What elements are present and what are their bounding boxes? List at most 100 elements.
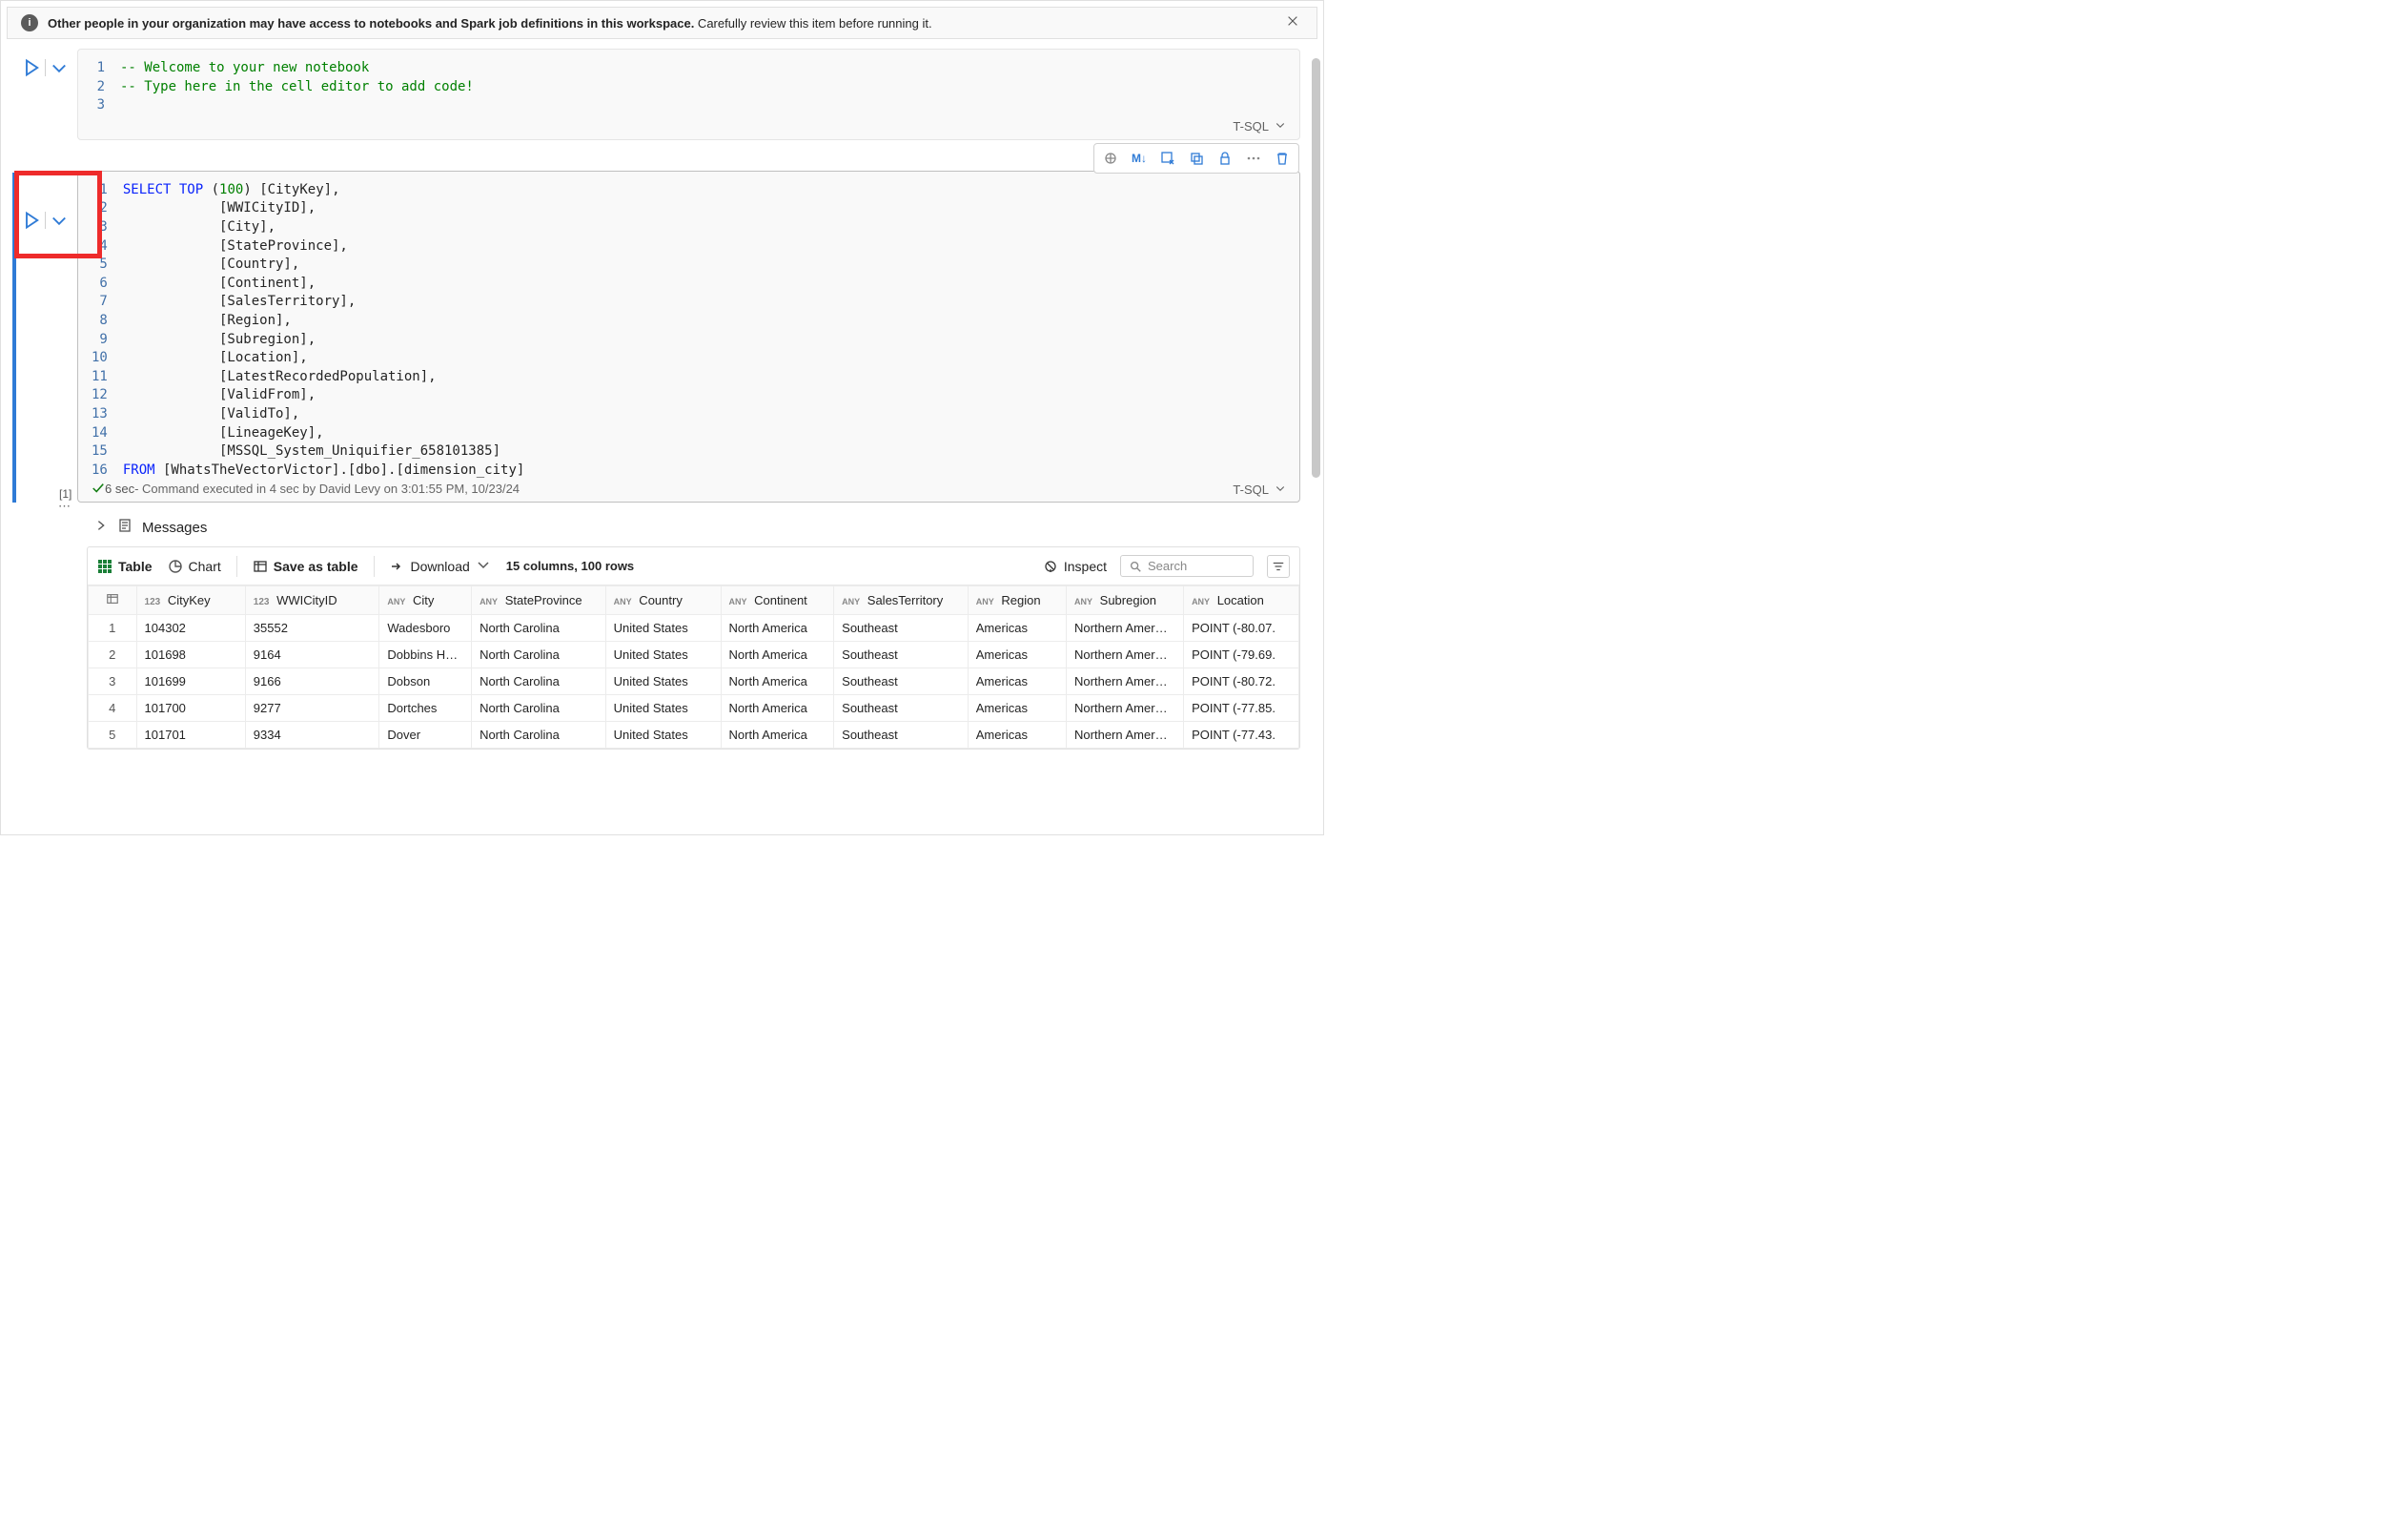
column-header[interactable]: ANY SalesTerritory (834, 586, 969, 615)
banner-bold: Other people in your organization may ha… (48, 16, 694, 31)
info-banner: i Other people in your organization may … (7, 7, 1317, 39)
messages-toggle[interactable]: Messages (87, 512, 1300, 546)
result-table[interactable]: 123 CityKey123 WWICityIDANY CityANY Stat… (88, 585, 1299, 749)
chevron-right-icon (94, 519, 108, 536)
column-header[interactable]: ANY Continent (721, 586, 834, 615)
column-header[interactable]: ANY Subregion (1067, 586, 1184, 615)
execution-status: [1] 6 sec - Command executed in 4 sec by… (92, 480, 1286, 502)
save-as-table-button[interactable]: Save as table (253, 559, 358, 574)
table-cell: Southeast (834, 615, 969, 642)
table-cell: United States (605, 642, 721, 668)
view-chart-button[interactable]: Chart (168, 559, 221, 574)
search-input[interactable]: Search (1120, 555, 1254, 577)
duplicate-button[interactable] (1184, 146, 1209, 171)
clear-output-button[interactable] (1155, 146, 1180, 171)
table-cell: Americas (968, 722, 1066, 749)
lock-icon[interactable] (1213, 146, 1237, 171)
inspect-button[interactable]: Inspect (1043, 559, 1107, 574)
messages-label: Messages (142, 520, 207, 536)
table-cell: Dover (379, 722, 472, 749)
chevron-down-icon (476, 557, 491, 575)
table-cell: North Carolina (472, 722, 606, 749)
table-cell: POINT (-80.72. (1184, 668, 1299, 695)
more-output-icon[interactable]: ⋯ (58, 499, 71, 514)
column-header[interactable]: 123 WWICityID (245, 586, 379, 615)
download-button[interactable]: Download (390, 557, 491, 575)
column-header[interactable]: ANY Country (605, 586, 721, 615)
table-cell: United States (605, 695, 721, 722)
separator (374, 556, 375, 577)
table-cell: Americas (968, 642, 1066, 668)
delete-button[interactable] (1270, 146, 1295, 171)
row-index: 5 (89, 722, 137, 749)
cell-1: 123 -- Welcome to your new notebook-- Ty… (10, 49, 1300, 140)
result-summary: 15 columns, 100 rows (506, 559, 634, 573)
table-cell: Dortches (379, 695, 472, 722)
column-header[interactable]: ANY Region (968, 586, 1066, 615)
language-label: T-SQL (1233, 119, 1269, 134)
cell-body[interactable]: M↓ 12345678910111213141516 SELECT TOP (1… (77, 171, 1300, 503)
search-icon (1129, 560, 1142, 573)
chevron-down-icon (1275, 483, 1286, 497)
more-icon[interactable] (1241, 146, 1266, 171)
table-row[interactable]: 51017019334DoverNorth CarolinaUnited Sta… (89, 722, 1299, 749)
table-cell: 9164 (245, 642, 379, 668)
view-table-button[interactable]: Table (97, 559, 153, 574)
run-menu-button[interactable] (50, 211, 69, 230)
table-cell: 101699 (136, 668, 245, 695)
row-index: 3 (89, 668, 137, 695)
table-row[interactable]: 31016999166DobsonNorth CarolinaUnited St… (89, 668, 1299, 695)
table-row[interactable]: 21016989164Dobbins H…North CarolinaUnite… (89, 642, 1299, 668)
column-header[interactable]: ANY Location (1184, 586, 1299, 615)
table-cell: North Carolina (472, 668, 606, 695)
notebook-area: 123 -- Welcome to your new notebook-- Ty… (1, 49, 1323, 750)
close-icon[interactable] (1286, 14, 1303, 31)
table-cell: Southeast (834, 642, 969, 668)
column-header[interactable]: 123 CityKey (136, 586, 245, 615)
table-cell: Northern Amer… (1067, 722, 1184, 749)
table-cell: POINT (-79.69. (1184, 642, 1299, 668)
download-label: Download (411, 559, 470, 574)
inspect-label: Inspect (1064, 559, 1107, 574)
table-cell: 101701 (136, 722, 245, 749)
column-header[interactable]: ANY StateProvince (472, 586, 606, 615)
separator (236, 556, 237, 577)
filter-button[interactable] (1267, 555, 1290, 578)
table-cell: 101698 (136, 642, 245, 668)
column-header[interactable]: ANY City (379, 586, 472, 615)
table-cell: Wadesboro (379, 615, 472, 642)
table-cell: United States (605, 668, 721, 695)
table-cell: United States (605, 722, 721, 749)
cell-2: M↓ 12345678910111213141516 SELECT TOP (1… (10, 171, 1300, 503)
execution-detail: - Command executed in 4 sec by David Lev… (134, 482, 520, 498)
banner-rest: Carefully review this item before runnin… (694, 16, 931, 31)
language-selector[interactable]: T-SQL (1233, 482, 1286, 498)
separator (45, 212, 46, 229)
row-index: 1 (89, 615, 137, 642)
code-editor[interactable]: 123 -- Welcome to your new notebook-- Ty… (92, 59, 1286, 115)
table-cell: Northern Amer… (1067, 615, 1184, 642)
table-cell: Northern Amer… (1067, 668, 1184, 695)
code-lines[interactable]: SELECT TOP (100) [CityKey], [WWICityID],… (123, 181, 524, 481)
table-row[interactable]: 41017009277DortchesNorth CarolinaUnited … (89, 695, 1299, 722)
copilot-icon[interactable] (1098, 146, 1123, 171)
table-row[interactable]: 110430235552WadesboroNorth CarolinaUnite… (89, 615, 1299, 642)
code-lines[interactable]: -- Welcome to your new notebook-- Type h… (120, 59, 474, 115)
cell-body[interactable]: 123 -- Welcome to your new notebook-- Ty… (77, 49, 1300, 140)
table-cell: North America (721, 668, 834, 695)
code-editor[interactable]: 12345678910111213141516 SELECT TOP (100)… (92, 181, 1286, 481)
table-cell: 104302 (136, 615, 245, 642)
messages-icon (117, 518, 133, 537)
table-cell: 9334 (245, 722, 379, 749)
result-toolbar: Table Chart Save as table Download (88, 547, 1299, 585)
info-icon: i (21, 14, 38, 31)
run-menu-button[interactable] (50, 58, 69, 77)
row-index-header (89, 586, 137, 615)
language-selector[interactable]: T-SQL (1233, 119, 1286, 134)
convert-markdown-button[interactable]: M↓ (1127, 146, 1152, 171)
run-cell-button[interactable] (22, 58, 41, 77)
view-table-label: Table (118, 559, 153, 574)
banner-text: Other people in your organization may ha… (48, 16, 932, 31)
run-cell-button[interactable] (22, 211, 41, 230)
search-placeholder: Search (1148, 559, 1187, 573)
